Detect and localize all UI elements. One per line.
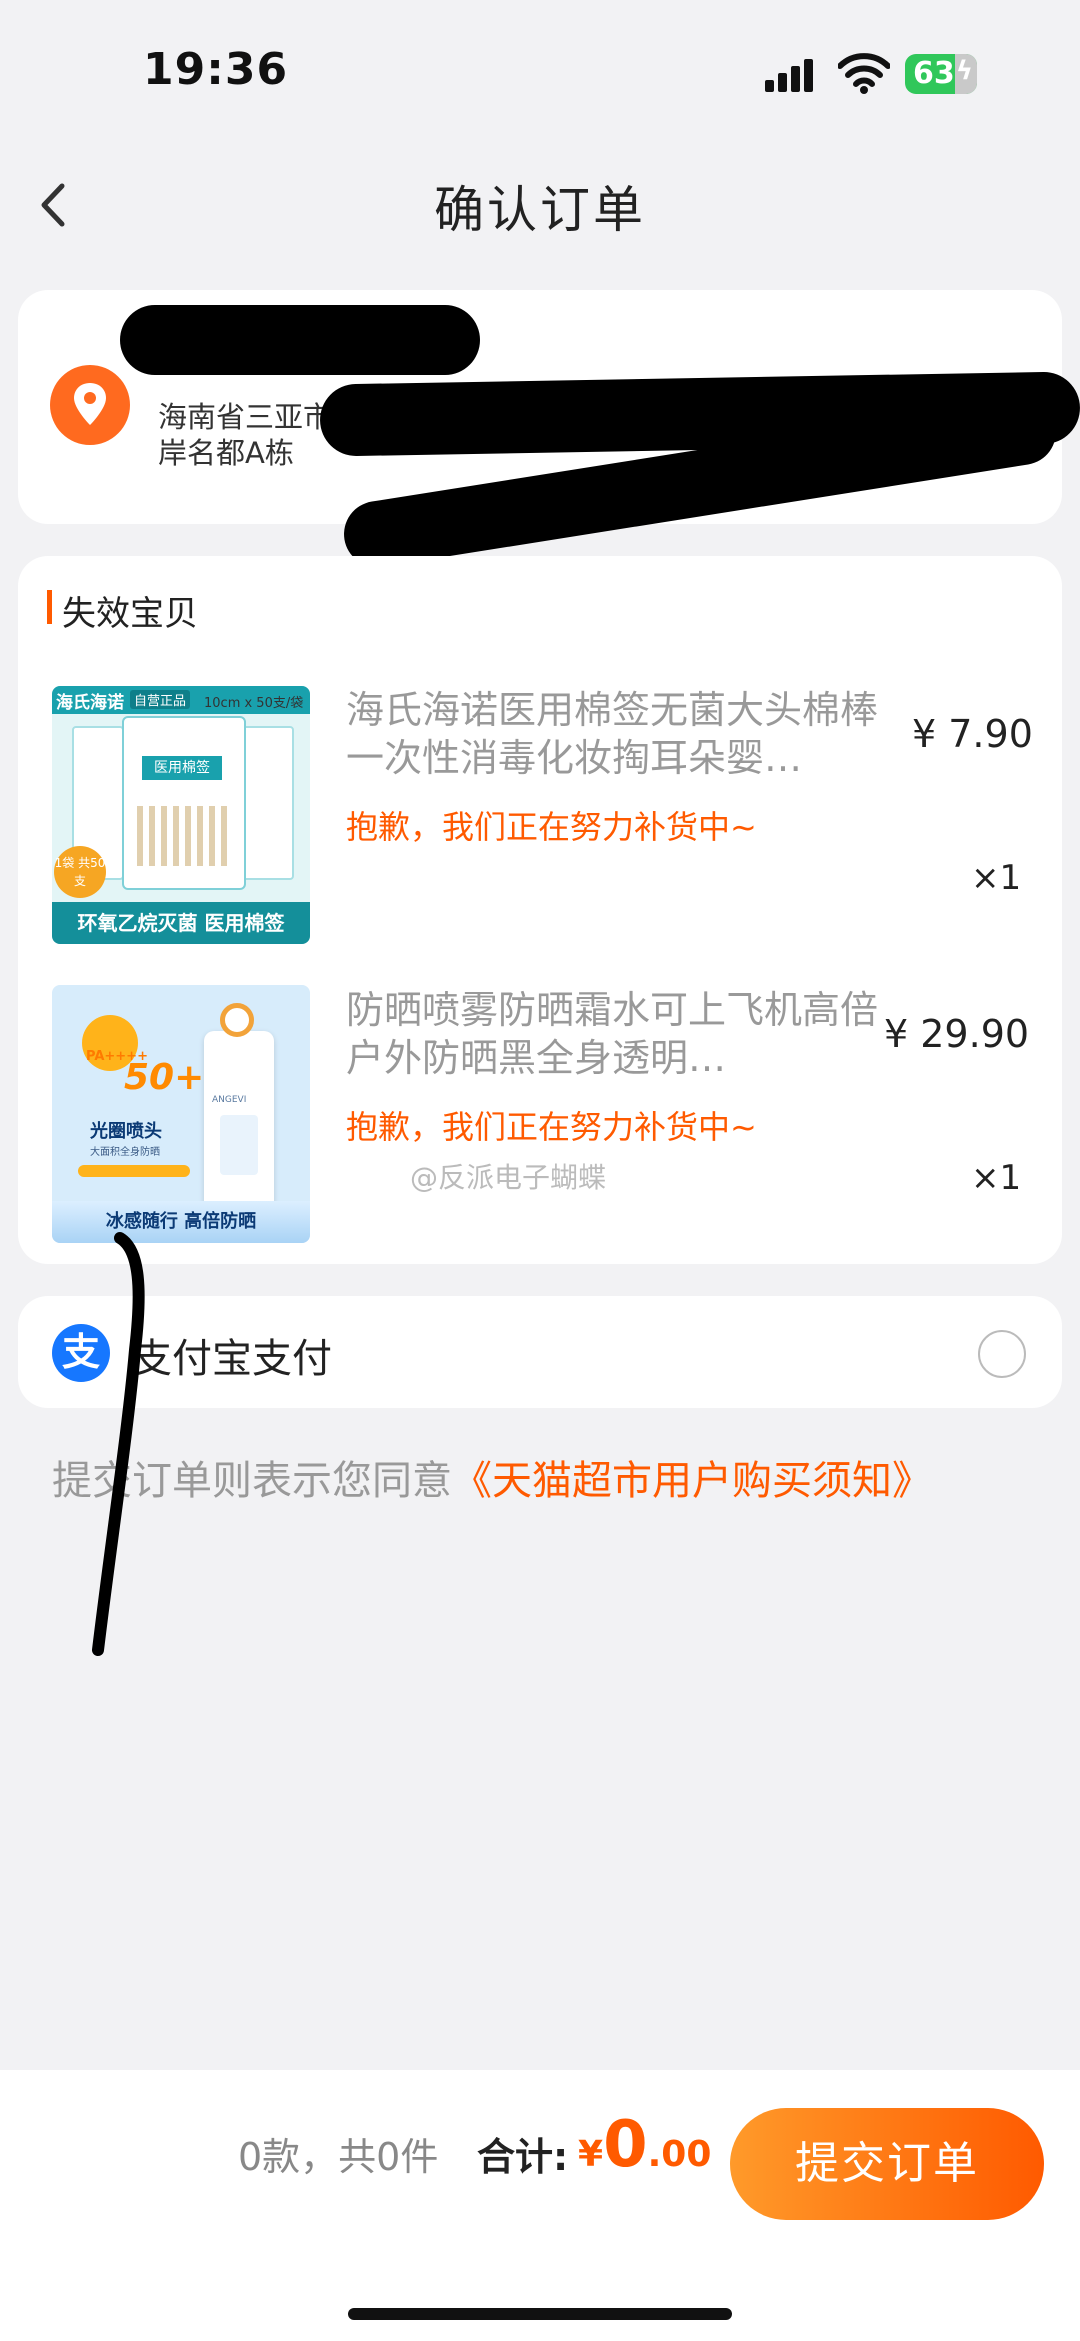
total-decimal: .00 (647, 2134, 712, 2175)
submit-order-button[interactable]: 提交订单 (730, 2108, 1044, 2220)
cellular-signal-icon (765, 58, 817, 92)
product-image-sunscreen[interactable]: PA++++ 50+ 光圈喷头 大面积全身防晒 ANGEVI 冰感随行 高倍防晒 (52, 985, 310, 1243)
section-title: 失效宝贝 (62, 594, 198, 634)
payment-method-label: 支付宝支付 (132, 1336, 332, 1382)
page-title: 确认订单 (434, 181, 646, 239)
item-quantity: ×1 (971, 1158, 1022, 1198)
total-integer: 0 (603, 2108, 648, 2182)
redaction-mark (120, 305, 480, 375)
payment-radio[interactable] (978, 1330, 1026, 1378)
section-accent-bar (47, 590, 52, 624)
wifi-icon (838, 53, 890, 94)
battery-icon: 63 ϟ (905, 54, 977, 94)
item-title[interactable]: 防晒喷雾防晒霜水可上飞机高倍户外防晒黑全身透明… (346, 986, 886, 1082)
agreement-link[interactable]: 《天猫超市用户购买须知》 (452, 1458, 932, 1504)
agreement-text: 提交订单则表示您同意《天猫超市用户购买须知》 (52, 1448, 932, 1506)
product-image-cotton-swab[interactable]: 海氏海诺 自营正品 10cm x 50支/袋 医用棉签 1袋 共50支 环氧乙烷… (52, 686, 310, 944)
item-quantity: ×1 (971, 858, 1022, 898)
status-time: 19:36 (143, 44, 289, 95)
total-currency: ¥ (578, 2134, 604, 2175)
address-line-2: 岸名都A栋 (158, 436, 294, 470)
total-amount: ¥0.00 (578, 2108, 711, 2182)
home-indicator[interactable] (348, 2308, 732, 2320)
item-out-of-stock-notice: 抱歉，我们正在努力补货中~ (346, 1108, 757, 1146)
scribble-mark (92, 1232, 145, 1656)
item-out-of-stock-notice: 抱歉，我们正在努力补货中~ (346, 808, 757, 846)
item-price: ¥ 29.90 (884, 1012, 1030, 1056)
total-label: 合计: (477, 2135, 569, 2179)
battery-level: 63 (913, 56, 955, 91)
item-title[interactable]: 海氏海诺医用棉签无菌大头棉棒一次性消毒化妆掏耳朵婴… (346, 686, 886, 782)
location-pin-icon (50, 365, 130, 445)
order-summary: 0款，共0件 (238, 2135, 439, 2179)
watermark: @反派电子蝴蝶 (410, 1161, 607, 1194)
item-price: ¥ 7.90 (912, 712, 1033, 756)
